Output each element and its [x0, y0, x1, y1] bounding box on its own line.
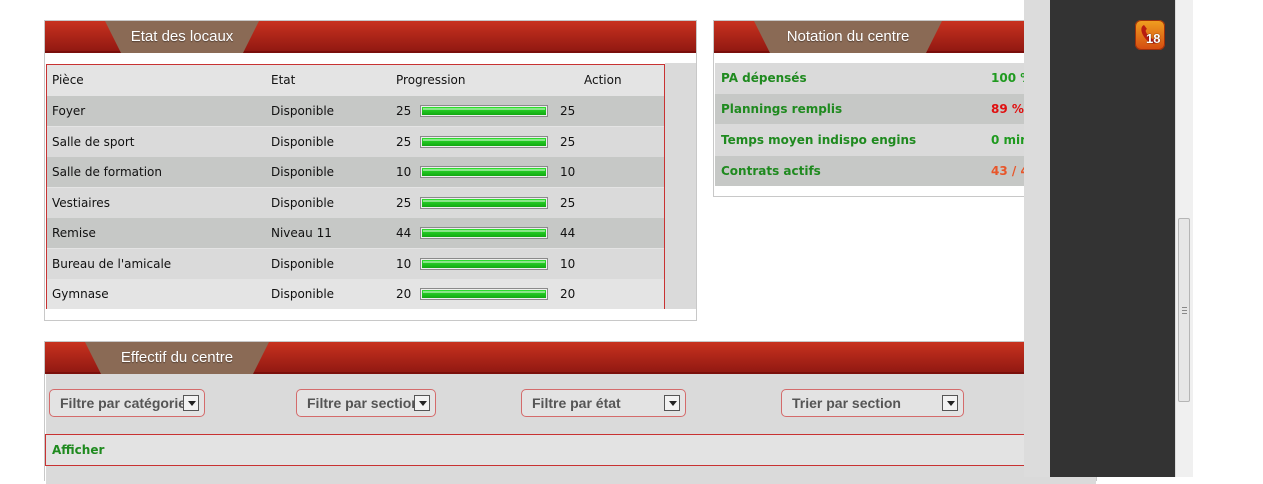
- row-progress-right: 25: [560, 104, 576, 118]
- table-row: Remise Niveau 11 44 44: [47, 218, 664, 248]
- phone-18-icon[interactable]: 18: [1135, 20, 1165, 50]
- progress-bar: [420, 227, 548, 239]
- scrollbar-thumb[interactable]: [1178, 218, 1190, 402]
- row-progress-left: 10: [396, 257, 412, 271]
- progress-fill: [422, 290, 546, 298]
- row-piece: Salle de formation: [52, 165, 162, 179]
- row-piece: Salle de sport: [52, 135, 135, 149]
- row-etat: Disponible: [271, 104, 335, 118]
- progress-fill: [422, 199, 546, 207]
- locaux-side-strip: [665, 63, 696, 309]
- progress-bar: [420, 166, 548, 178]
- row-etat: Disponible: [271, 257, 335, 271]
- chevron-down-icon[interactable]: [414, 395, 430, 411]
- progress-bar: [420, 197, 548, 209]
- row-progress-left: 25: [396, 104, 412, 118]
- filter-etat-select[interactable]: Filtre par état: [521, 389, 686, 417]
- row-progress-right: 10: [560, 257, 576, 271]
- table-row: Salle de formation Disponible 10 10: [47, 157, 664, 187]
- progress-bar: [420, 105, 548, 117]
- row-progress-right: 44: [560, 226, 576, 240]
- row-piece: Vestiaires: [52, 196, 110, 210]
- table-row: Bureau de l'amicale Disponible 10 10: [47, 249, 664, 279]
- filter-categorie-select[interactable]: Filtre par catégorie: [49, 389, 205, 417]
- progress-fill: [422, 168, 546, 176]
- row-etat: Disponible: [271, 135, 335, 149]
- row-piece: Remise: [52, 226, 96, 240]
- afficher-label: Afficher: [52, 443, 105, 457]
- notation-label: Contrats actifs: [721, 164, 821, 178]
- col-action: Action: [584, 73, 622, 87]
- row-piece: Bureau de l'amicale: [52, 257, 172, 271]
- table-row: Gymnase Disponible 20 20: [47, 279, 664, 309]
- notation-label: Plannings remplis: [721, 102, 843, 116]
- row-progress-right: 20: [560, 287, 576, 301]
- notation-value: 89 %: [991, 102, 1024, 116]
- row-progress-right: 25: [560, 196, 576, 210]
- col-etat: Etat: [271, 73, 296, 87]
- notation-row: Contrats actifs 43 / 49: [715, 156, 1065, 186]
- row-progress-left: 10: [396, 165, 412, 179]
- sort-section-select[interactable]: Trier par section: [781, 389, 964, 417]
- progress-fill: [422, 260, 546, 268]
- locaux-tab: Etat des locaux: [105, 21, 259, 53]
- row-progress-left: 25: [396, 196, 412, 210]
- locaux-table: Pièce Etat Progression Action Foyer Dispo…: [46, 64, 665, 309]
- progress-fill: [422, 107, 546, 115]
- table-row: Salle de sport Disponible 25 25: [47, 127, 664, 157]
- row-progress-left: 25: [396, 135, 412, 149]
- progress-fill: [422, 229, 546, 237]
- locaux-panel: Etat des locaux Pièce Etat Progression A…: [44, 20, 697, 321]
- notation-label: Temps moyen indispo engins: [721, 133, 917, 147]
- row-etat: Disponible: [271, 165, 335, 179]
- row-etat: Disponible: [271, 287, 335, 301]
- filter-section-label: Filtre par section: [307, 395, 420, 411]
- filter-categorie-label: Filtre par catégorie: [60, 395, 187, 411]
- col-piece: Pièce: [52, 73, 84, 87]
- row-etat: Disponible: [271, 196, 335, 210]
- notation-label: PA dépensés: [721, 71, 807, 85]
- notation-tab: Notation du centre: [754, 21, 942, 53]
- col-progression: Progression: [396, 73, 466, 87]
- row-piece: Foyer: [52, 104, 86, 118]
- chevron-down-icon[interactable]: [664, 395, 680, 411]
- row-progress-left: 44: [396, 226, 412, 240]
- chevron-down-icon[interactable]: [942, 395, 958, 411]
- table-row: Vestiaires Disponible 25 25: [47, 188, 664, 218]
- progress-bar: [420, 136, 548, 148]
- locaux-header-row: Pièce Etat Progression Action: [47, 65, 664, 96]
- progress-fill: [422, 138, 546, 146]
- page-gutter: [1024, 0, 1050, 477]
- row-progress-right: 25: [560, 135, 576, 149]
- effectif-tab: Effectif du centre: [85, 342, 269, 374]
- sort-section-label: Trier par section: [792, 395, 901, 411]
- filter-etat-label: Filtre par état: [532, 395, 621, 411]
- notation-row: Plannings remplis 89 %: [715, 94, 1065, 124]
- locaux-title: Etat des locaux: [130, 28, 234, 45]
- row-piece: Gymnase: [52, 287, 109, 301]
- chevron-down-icon[interactable]: [183, 395, 199, 411]
- notation-title: Notation du centre: [786, 28, 910, 45]
- row-etat: Niveau 11: [271, 226, 332, 240]
- scrollbar-track[interactable]: [1175, 0, 1193, 477]
- phone-badge-number: 18: [1146, 31, 1161, 46]
- notation-row: PA dépensés 100 %: [715, 63, 1065, 93]
- row-progress-left: 20: [396, 287, 412, 301]
- afficher-button[interactable]: Afficher: [45, 434, 1065, 466]
- filter-section-select[interactable]: Filtre par section: [296, 389, 436, 417]
- progress-bar: [420, 288, 548, 300]
- table-row: Foyer Disponible 25 25: [47, 96, 664, 126]
- progress-bar: [420, 258, 548, 270]
- right-dark-sidebar: [1050, 0, 1175, 477]
- effectif-title: Effectif du centre: [120, 349, 234, 366]
- notation-row: Temps moyen indispo engins 0 min: [715, 125, 1065, 155]
- row-progress-right: 10: [560, 165, 576, 179]
